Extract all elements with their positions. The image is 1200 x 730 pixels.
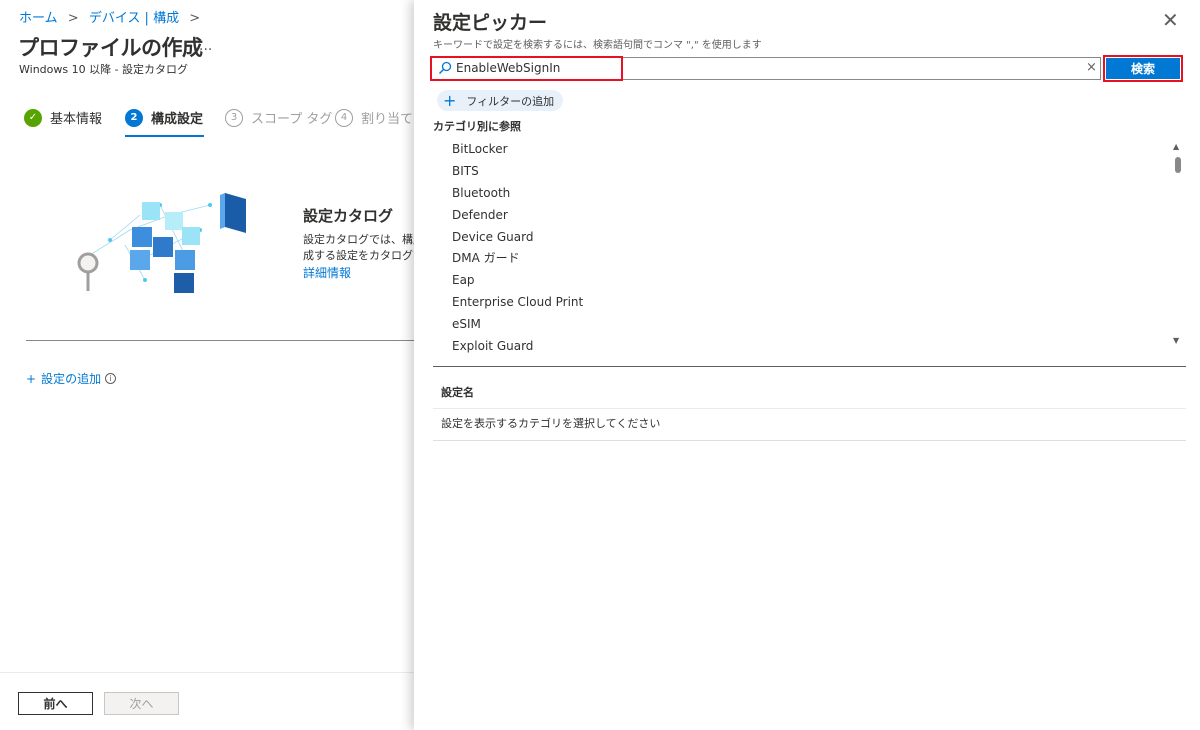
breadcrumb-separator: > [67,11,79,26]
scrollbar-thumb[interactable] [1175,157,1181,173]
plus-icon: + [443,90,457,110]
clear-search-icon[interactable]: × [1086,60,1097,75]
category-item[interactable]: BitLocker [452,138,1152,160]
setting-name-column-header: 設定名 [441,386,474,399]
info-icon[interactable]: i [105,373,117,384]
step-assignments[interactable]: 4 割り当て [335,108,413,127]
step-label: 構成設定 [151,112,204,127]
step-number: 2 [125,108,143,127]
step-label: 基本情報 [50,112,103,127]
category-list: BitLocker BITS Bluetooth Defender Device… [452,138,1152,357]
scroll-down-arrow-icon[interactable]: ▼ [1173,336,1179,345]
category-item[interactable]: DMA ガード [452,247,1152,269]
empty-settings-message: 設定を表示するカテゴリを選択してください [441,417,661,430]
step-label: スコープ タグ [251,112,333,127]
plus-icon: + [26,371,37,386]
step-scope-tags[interactable]: 3 スコープ タグ [225,108,332,127]
panel-title: 設定ピッカー [433,12,548,34]
add-filter-label: フィルターの追加 [466,94,555,108]
search-icon [438,61,452,75]
divider [433,366,1186,367]
breadcrumb-devices-config[interactable]: デバイス | 構成 [89,11,179,26]
search-hint: キーワードで設定を検索するには、検索語句間でコンマ "," を使用します [433,40,762,51]
next-button[interactable]: 次へ [104,692,179,715]
add-settings-link[interactable]: + 設定の追加 i [26,370,117,387]
active-step-indicator [125,135,204,137]
step-number: 3 [225,108,243,127]
category-item[interactable]: Eap [452,269,1152,291]
checkmark-icon: ✓ [24,108,42,127]
catalog-description-line2: 成する設定をカタログで [303,249,414,262]
add-filter-button[interactable]: + フィルターの追加 [437,90,563,111]
category-item[interactable]: Device Guard [452,226,1152,248]
catalog-title: 設定カタログ [303,207,394,225]
scroll-up-arrow-icon[interactable]: ▲ [1173,142,1179,151]
breadcrumb-home[interactable]: ホーム [19,11,58,26]
breadcrumb: ホーム > デバイス | 構成 > [19,7,206,26]
step-label: 割り当て [361,112,414,127]
divider [433,440,1186,441]
step-basics[interactable]: ✓ 基本情報 [24,108,102,127]
profile-create-blade: ホーム > デバイス | 構成 > プロファイルの作成 ... Windows … [0,0,414,730]
page-title: プロファイルの作成 [18,36,203,60]
category-item[interactable]: Defender [452,204,1152,226]
catalog-description-line1: 設定カタログでは、構成 [303,233,414,246]
category-item[interactable]: BITS [452,160,1152,182]
step-configuration-settings[interactable]: 2 構成設定 [125,108,203,127]
step-number: 4 [335,108,353,127]
settings-picker-panel: 設定ピッカー ✕ キーワードで設定を検索するには、検索語句間でコンマ "," を… [414,0,1200,730]
page-subtitle: Windows 10 以降 - 設定カタログ [19,63,189,76]
category-item[interactable]: Bluetooth [452,182,1152,204]
add-settings-label: 設定の追加 [41,372,102,386]
close-icon[interactable]: ✕ [1162,10,1179,30]
divider [26,340,414,341]
footer-divider [0,672,414,673]
more-options-icon[interactable]: ... [199,38,212,54]
category-item[interactable]: eSIM [452,313,1152,335]
breadcrumb-separator: > [189,11,201,26]
category-item[interactable]: Enterprise Cloud Print [452,291,1152,313]
learn-more-link[interactable]: 詳細情報 [303,264,351,281]
browse-by-category-heading: カテゴリ別に参照 [433,120,521,133]
divider [433,408,1186,409]
search-input-value[interactable]: EnableWebSignIn [456,61,560,75]
category-item[interactable]: Exploit Guard [452,335,1152,357]
search-button[interactable]: 検索 [1106,58,1180,79]
previous-button[interactable]: 前へ [18,692,93,715]
settings-catalog-illustration [77,193,246,293]
